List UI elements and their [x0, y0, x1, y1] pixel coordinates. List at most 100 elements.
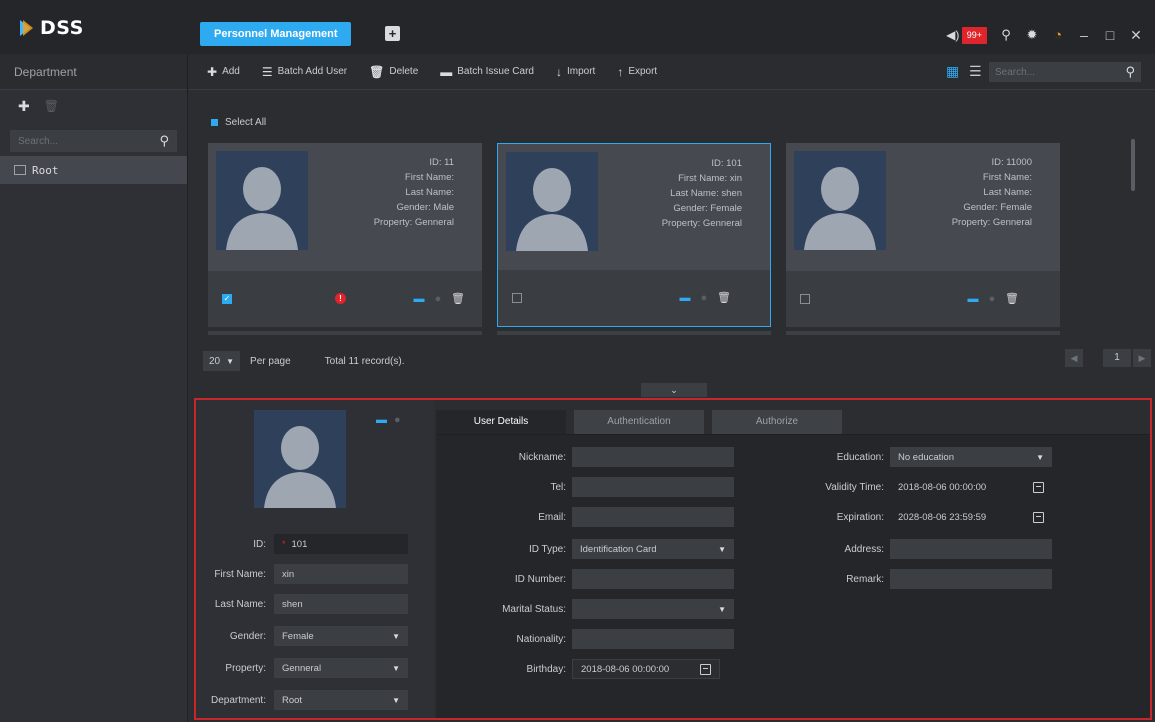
department-search-input[interactable]: [18, 135, 138, 147]
trash-icon[interactable]: 🗑: [717, 292, 731, 304]
gear-icon[interactable]: ✹: [1025, 28, 1039, 42]
dashboard-icon[interactable]: ◔: [1051, 28, 1065, 42]
person-card[interactable]: ID: 11 First Name: Last Name: Gender: Ma…: [208, 143, 482, 327]
delete-button[interactable]: 🗑 Delete: [369, 65, 418, 79]
property-select[interactable]: Genneral ▼: [274, 658, 408, 678]
validity-time-label: Validity Time:: [825, 481, 884, 493]
minimize-icon[interactable]: –: [1077, 27, 1091, 43]
education-select[interactable]: No education ▼: [890, 447, 1052, 467]
gender-value: Female: [710, 203, 742, 214]
alarm-speaker-icon[interactable]: ◀): [946, 28, 960, 42]
last-name-value: shen: [721, 188, 742, 199]
card-icon[interactable]: ▬: [376, 414, 387, 426]
tab-personnel-management[interactable]: Personnel Management: [200, 22, 352, 46]
birthday-field[interactable]: 2018-08-06 00:00:00: [572, 659, 720, 679]
nickname-field[interactable]: [572, 447, 734, 467]
import-label: Import: [566, 66, 596, 77]
user-icon[interactable]: ⚲: [999, 28, 1013, 42]
expiration-row: Expiration: 2028-08-06 23:59:59: [752, 507, 1052, 527]
card-footer: ▬ ● 🗑: [498, 270, 770, 326]
list-view-icon[interactable]: ☰: [969, 64, 983, 78]
card-icon[interactable]: ▬: [679, 292, 691, 304]
calendar-icon[interactable]: [1033, 511, 1044, 523]
validity-time-row: Validity Time: 2018-08-06 00:00:00: [752, 477, 1052, 497]
list-scrollbar[interactable]: [1131, 139, 1135, 191]
fingerprint-icon[interactable]: ●: [698, 292, 710, 304]
person-search-input[interactable]: [995, 66, 1105, 78]
trash-icon[interactable]: 🗑: [1005, 293, 1019, 305]
validity-time-field[interactable]: 2018-08-06 00:00:00: [890, 477, 1052, 497]
id-type-select[interactable]: Identification Card ▼: [572, 539, 734, 559]
search-icon[interactable]: ⚲: [159, 133, 169, 149]
tab-authorize[interactable]: Authorize: [712, 410, 842, 434]
maximize-icon[interactable]: □: [1103, 27, 1117, 43]
birthday-row: Birthday: 2018-08-06 00:00:00: [436, 659, 720, 679]
tel-row: Tel:: [436, 477, 734, 497]
chevron-down-icon: ▼: [718, 604, 726, 614]
grid-view-icon[interactable]: ▦: [946, 64, 960, 78]
id-type-value: Identification Card: [580, 543, 657, 555]
tel-field[interactable]: [572, 477, 734, 497]
alarm-count-badge[interactable]: 99+: [961, 26, 987, 44]
select-all-box: [211, 119, 218, 126]
marital-status-select[interactable]: ▼: [572, 599, 734, 619]
id-number-label: ID Number:: [514, 573, 566, 585]
fingerprint-icon[interactable]: ●: [394, 414, 401, 426]
batch-issue-card-button[interactable]: ▬ Batch Issue Card: [440, 65, 534, 79]
prev-page-icon[interactable]: ◀: [1065, 349, 1083, 367]
department-row: Department: Root ▼: [196, 690, 408, 710]
collapse-detail-button[interactable]: ⌄: [641, 383, 707, 397]
marital-status-row: Marital Status: ▼: [436, 599, 734, 619]
search-icon[interactable]: ⚲: [1125, 64, 1135, 80]
card-icon[interactable]: ▬: [413, 293, 425, 305]
per-page-value: 20: [209, 355, 221, 367]
property-label: Property:: [373, 217, 413, 228]
select-all-checkbox[interactable]: Select All: [211, 117, 266, 128]
next-page-icon[interactable]: ▶: [1133, 349, 1151, 367]
email-field[interactable]: [572, 507, 734, 527]
fingerprint-icon[interactable]: ●: [986, 293, 998, 305]
per-page-select[interactable]: 20 ▼: [203, 351, 241, 371]
tab-authentication[interactable]: Authentication: [574, 410, 704, 434]
first-name-row: First Name: xin: [196, 564, 408, 584]
remark-field[interactable]: [890, 569, 1052, 589]
add-button[interactable]: ✚ Add: [207, 65, 240, 79]
id-row: ID: * 101: [196, 534, 408, 554]
delete-department-icon[interactable]: 🗑: [44, 99, 59, 113]
import-button[interactable]: ↓ Import: [556, 65, 595, 79]
card-checkbox[interactable]: [800, 294, 810, 304]
add-department-icon[interactable]: ✚: [18, 98, 30, 115]
calendar-icon[interactable]: [1033, 481, 1044, 493]
fingerprint-icon[interactable]: ●: [432, 293, 444, 305]
id-field[interactable]: * 101: [274, 534, 408, 554]
warning-icon[interactable]: !: [335, 293, 346, 304]
first-name-field[interactable]: xin: [274, 564, 408, 584]
delete-label: Delete: [389, 66, 419, 77]
card-checkbox[interactable]: [512, 293, 522, 303]
property-label: Property:: [225, 662, 266, 674]
calendar-icon[interactable]: [700, 663, 711, 675]
current-page[interactable]: 1: [1103, 349, 1131, 367]
card-checkbox[interactable]: ✓: [222, 294, 232, 304]
add-tab-button[interactable]: +: [385, 26, 400, 41]
close-icon[interactable]: ✕: [1129, 27, 1143, 44]
person-card[interactable]: ID: 101 First Name: xin Last Name: shen …: [497, 143, 771, 327]
nationality-field[interactable]: [572, 629, 734, 649]
detail-photo[interactable]: [254, 410, 346, 508]
tab-user-details[interactable]: User Details: [436, 410, 566, 434]
tree-item-root[interactable]: Root: [0, 156, 187, 184]
address-field[interactable]: [890, 539, 1052, 559]
trash-icon[interactable]: 🗑: [451, 293, 465, 305]
person-card[interactable]: ID: 11000 First Name: Last Name: Gender:…: [786, 143, 1060, 327]
department-select[interactable]: Root ▼: [274, 690, 408, 710]
id-number-field[interactable]: [572, 569, 734, 589]
export-button[interactable]: ↑ Export: [617, 65, 657, 79]
card-icon[interactable]: ▬: [967, 293, 979, 305]
gender-select[interactable]: Female ▼: [274, 626, 408, 646]
batch-add-user-button[interactable]: ☰ Batch Add User: [262, 65, 347, 79]
batch-issue-card-label: Batch Issue Card: [457, 66, 534, 77]
info-first-name: First Name:: [374, 170, 454, 185]
expiration-field[interactable]: 2028-08-06 23:59:59: [890, 507, 1052, 527]
info-first-name: First Name:: [952, 170, 1032, 185]
last-name-field[interactable]: shen: [274, 594, 408, 614]
